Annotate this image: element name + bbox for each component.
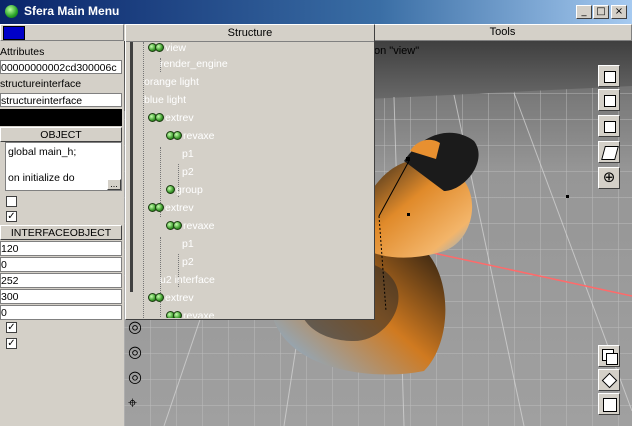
tree-node[interactable]: p1 [182,148,194,161]
script-line-2: on initialize do [8,172,75,184]
tree-node[interactable]: extrev [148,112,194,125]
checkbox-3[interactable]: ✓ [6,322,17,333]
node-balls-icon [148,112,164,124]
tree-node[interactable]: render_engine [160,58,228,71]
move-axes-icon[interactable]: ⌖ [128,393,137,413]
tree-node-label: orange light [144,76,199,88]
tree-node-label: extrev [165,202,194,214]
close-button[interactable]: × [611,5,627,19]
color-swatch[interactable] [0,109,122,126]
tree-node-label: p1 [182,148,194,160]
node-balls-icon [166,220,182,232]
viewport-label: on "view" [374,45,420,57]
structure-title: Structure [126,25,374,42]
tree-node-label: revaxe [183,310,215,318]
tree-node-label: view [165,42,187,54]
value-field-3[interactable]: 252 [0,273,122,288]
tree-node-label: revaxe [183,130,215,142]
crosshair-icon[interactable]: ⊕ [598,167,620,189]
node-ball-icon [166,184,175,196]
window-title: Sfera Main Menu [24,4,120,18]
tree-node[interactable]: revaxe [166,220,215,233]
maximize-button[interactable]: □ [593,5,609,19]
tools-header[interactable]: Tools [373,24,632,41]
script-editor[interactable]: global main_h; on initialize do ... [5,142,122,191]
tree-node[interactable]: revaxe [166,130,215,143]
tree-node-label: extrev [165,112,194,124]
tree-node[interactable]: view [148,42,186,55]
tree-node[interactable]: group [166,184,203,197]
tree-node[interactable]: extrev [148,202,194,215]
tree-node[interactable]: u2 interface [160,274,215,287]
app-icon [5,5,18,18]
node-balls-icon [166,310,182,318]
tree-node-label: u2 interface [160,274,215,286]
tree-node-label: group [176,184,203,196]
value-field-5[interactable]: 0 [0,305,122,320]
tree-node[interactable]: orange light [144,76,199,89]
frame-icon[interactable] [598,393,620,415]
value-field-1[interactable]: 120 [0,241,122,256]
view-cube-icon[interactable] [598,65,620,87]
node-balls-icon [148,292,164,304]
tree-scroll-indicator[interactable] [130,42,133,292]
checkbox-2[interactable]: ✓ [6,211,17,222]
monitor-icon[interactable] [3,26,25,40]
value-field-4[interactable]: 300 [0,289,122,304]
tree-node-label: blue light [144,94,187,106]
interfaceobject-button[interactable]: INTERFACEOBJECT [0,225,122,240]
attributes-panel: Attributes 00000000002cd300006c structur… [0,41,123,426]
tree-node-label: p1 [182,238,194,250]
node-balls-icon [166,130,182,142]
left-header [0,24,124,41]
checkbox-4[interactable]: ✓ [6,338,17,349]
rotate-y-icon[interactable]: ◎ [128,342,142,361]
tree-node-label: p2 [182,256,194,268]
value-field-2[interactable]: 0 [0,257,122,272]
tree-node[interactable]: p1 [182,238,194,251]
object-id-field[interactable]: 00000000002cd300006c [0,60,122,74]
view-cube-3-icon[interactable] [598,115,620,137]
class-label-1: structureinterface [0,78,82,90]
checkbox-1[interactable] [6,196,17,207]
minimize-button[interactable]: _ [576,5,592,19]
object-button[interactable]: OBJECT [0,127,122,142]
tree-node[interactable]: extrev [148,292,194,305]
tree-node-label: extrev [165,292,194,304]
view-cube-2-icon[interactable] [598,89,620,111]
rotate-z-icon[interactable]: ◎ [128,367,142,386]
attributes-label: Attributes [0,46,45,58]
perspective-view-icon[interactable] [598,141,620,163]
script-line-1: global main_h; [8,146,77,158]
script-expand-button[interactable]: ... [107,179,121,190]
structure-tree[interactable]: view render_engineorange light blue light e… [130,42,372,318]
layers-icon[interactable] [598,345,620,367]
class-field[interactable]: structureinterface [0,93,122,107]
diamond-select-icon[interactable] [598,369,620,391]
tree-node[interactable]: p2 [182,256,194,269]
node-balls-icon [148,42,164,54]
tree-node-label: render_engine [160,58,228,70]
structure-window[interactable]: Structure view render_engineorange light b… [125,24,375,320]
node-balls-icon [148,202,164,214]
tree-node[interactable]: p2 [182,166,194,179]
tree-node-label: revaxe [183,220,215,232]
tree-node[interactable]: blue light [144,94,186,107]
tree-node-label: p2 [182,166,194,178]
tools-label: Tools [489,26,516,38]
title-bar[interactable]: Sfera Main Menu _ □ × [0,0,632,24]
tree-node[interactable]: revaxe [166,310,215,318]
